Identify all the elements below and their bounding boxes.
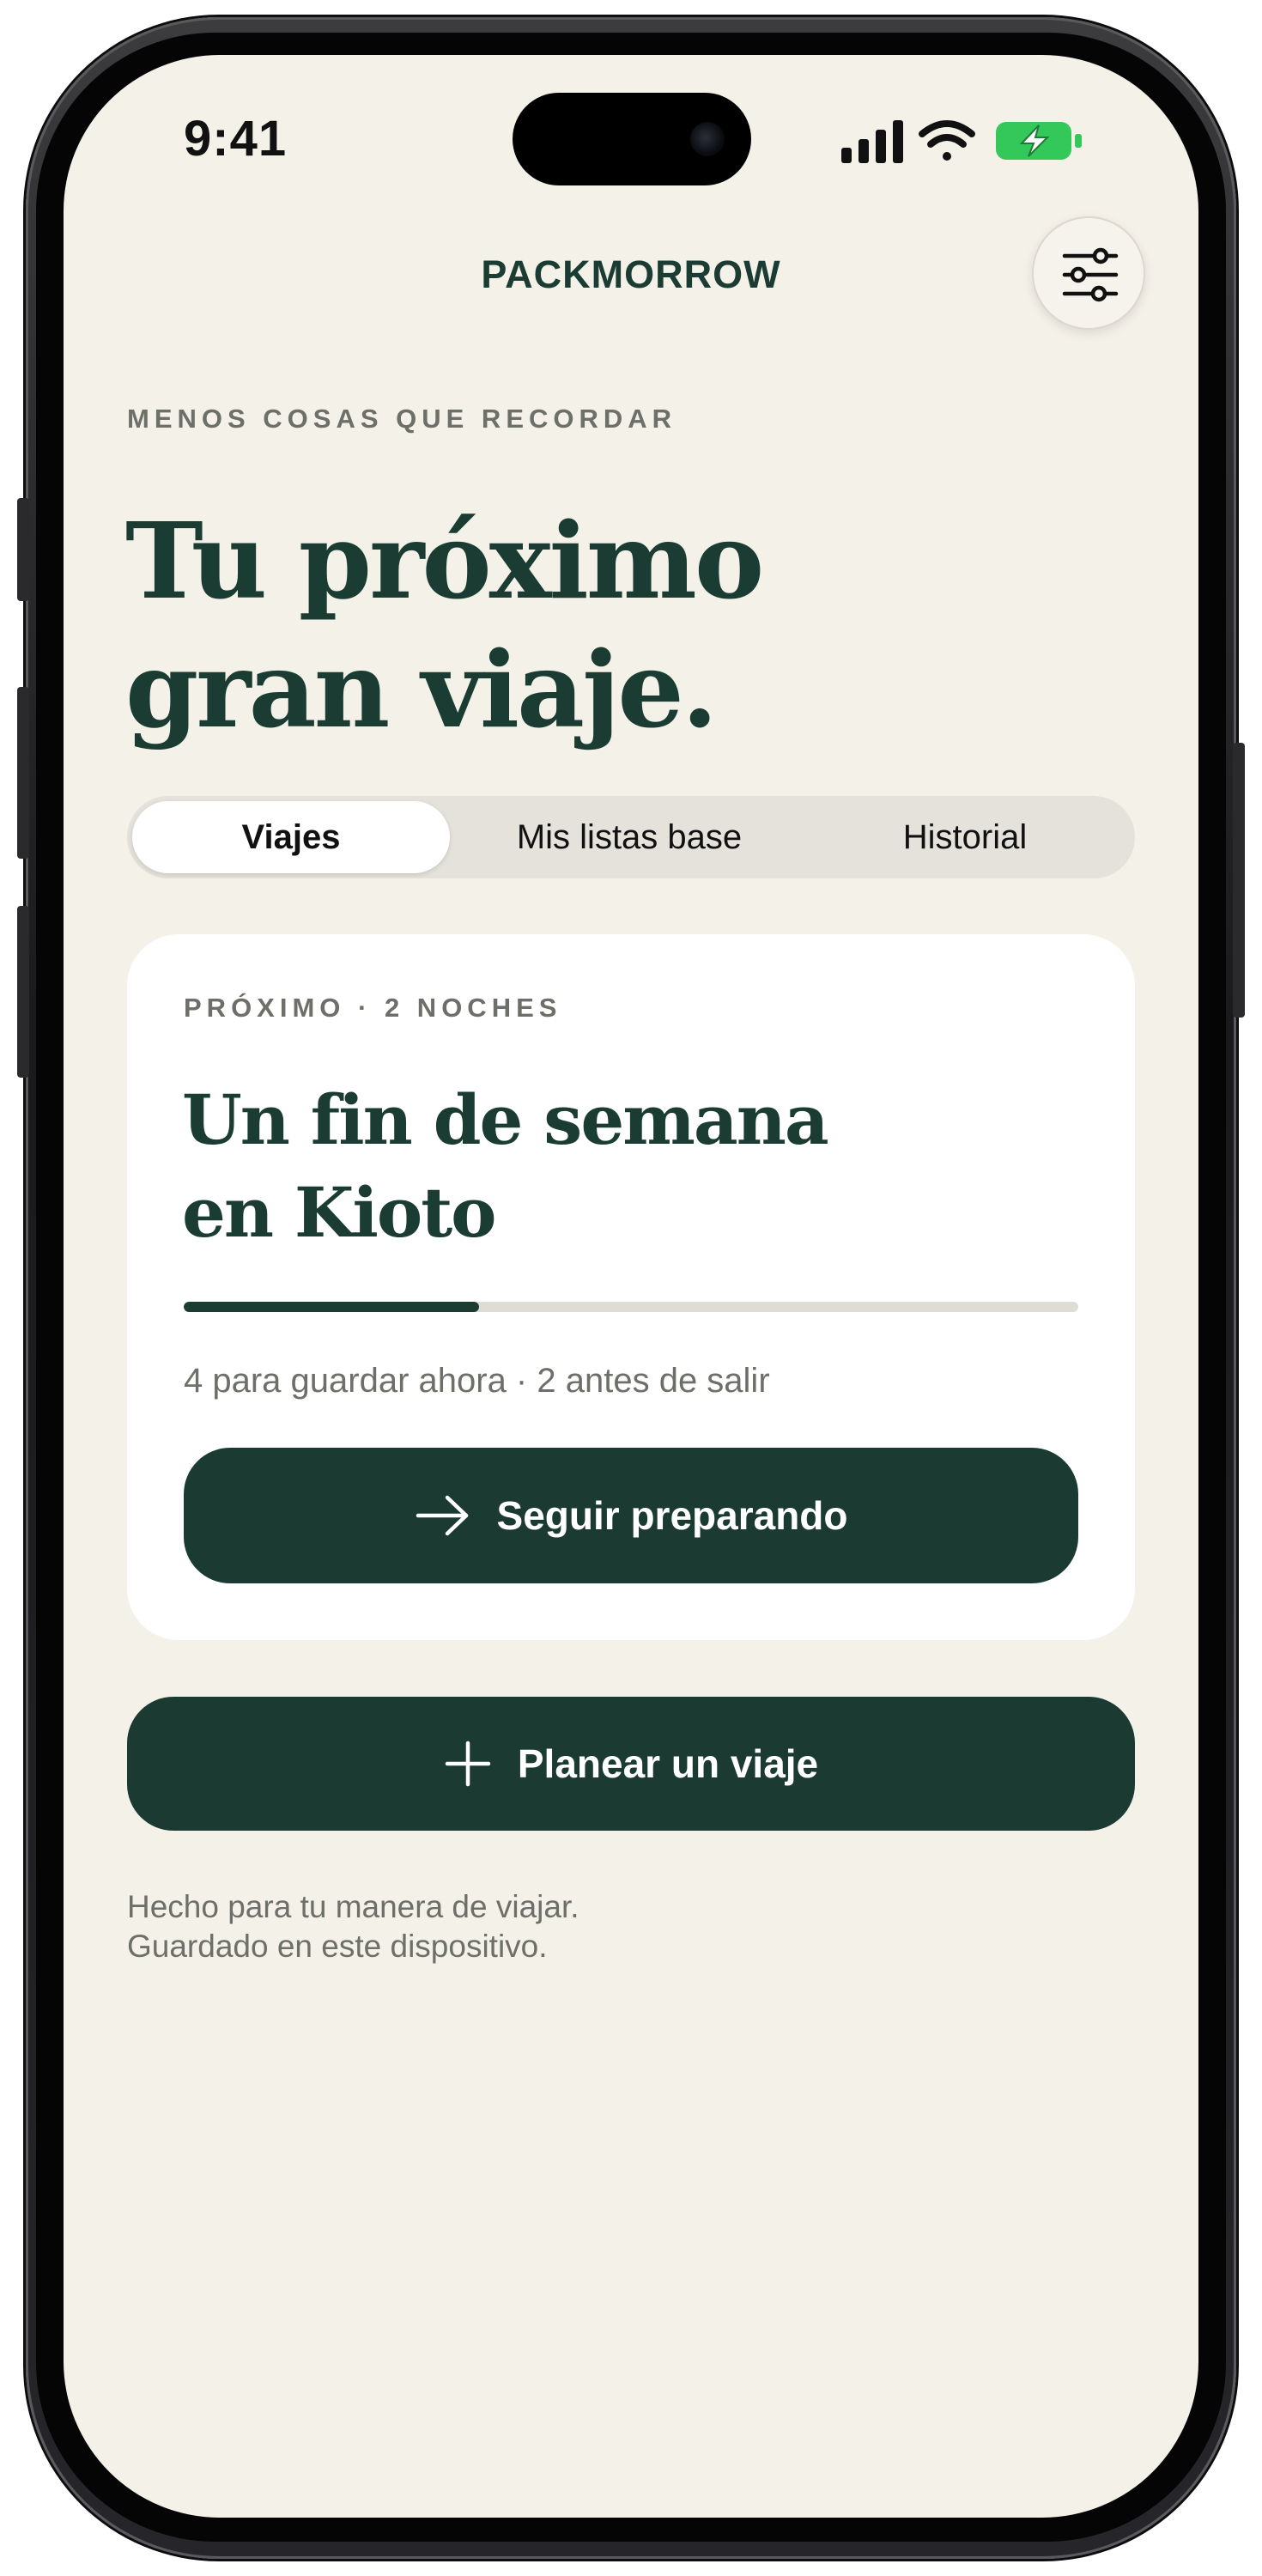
hero-title-line1: Tu próximo bbox=[125, 499, 764, 623]
volume-up-button bbox=[17, 687, 29, 859]
front-camera bbox=[690, 122, 725, 156]
trip-title-line2: en Kioto bbox=[182, 1172, 497, 1253]
plan-trip-label: Planear un viaje bbox=[517, 1741, 819, 1786]
packing-progress-bar bbox=[184, 1302, 1078, 1312]
cellular-signal-icon bbox=[841, 120, 903, 163]
tab-viajes[interactable]: Viajes bbox=[132, 801, 450, 873]
tab-historial[interactable]: Historial bbox=[800, 801, 1130, 873]
wifi-icon bbox=[919, 120, 975, 161]
continue-preparing-button[interactable]: Seguir preparando bbox=[184, 1448, 1078, 1583]
plan-trip-button[interactable]: Planear un viaje bbox=[127, 1697, 1135, 1831]
trip-card[interactable]: PRÓXIMO · 2 NOCHES Un fin de semana en K… bbox=[127, 934, 1135, 1640]
arrow-right-icon bbox=[416, 1495, 468, 1536]
continue-preparing-label: Seguir preparando bbox=[496, 1493, 848, 1538]
trip-meta: 4 para guardar ahora · 2 antes de salir bbox=[184, 1362, 770, 1400]
trip-title-line1: Un fin de semana bbox=[182, 1079, 829, 1160]
tab-mis-listas-base[interactable]: Mis listas base bbox=[462, 801, 797, 873]
trip-eyebrow: PRÓXIMO · 2 NOCHES bbox=[184, 993, 562, 1023]
action-button bbox=[17, 498, 29, 601]
trip-title: Un fin de semana en Kioto bbox=[182, 1073, 1041, 1259]
packing-progress-fill bbox=[184, 1302, 479, 1312]
status-icons bbox=[840, 117, 1089, 165]
power-button bbox=[1233, 743, 1245, 1018]
volume-down-button bbox=[17, 906, 29, 1078]
plus-icon bbox=[445, 1741, 491, 1787]
status-time: 9:41 bbox=[184, 111, 288, 167]
hero-title-line2: gran viaje. bbox=[125, 628, 718, 751]
sliders-icon bbox=[1062, 247, 1119, 302]
settings-button[interactable] bbox=[1032, 216, 1145, 330]
tab-bar: Viajes Mis listas base Historial bbox=[127, 796, 1135, 878]
hero-eyebrow: MENOS COSAS QUE RECORDAR bbox=[127, 404, 677, 434]
footer-line2: Guardado en este dispositivo. bbox=[127, 1929, 548, 1964]
hero-title: Tu próximo gran viaje. bbox=[125, 496, 1070, 754]
battery-charging-icon bbox=[996, 122, 1082, 160]
footer-note: Hecho para tu manera de viajar. Guardado… bbox=[127, 1887, 579, 1966]
footer-line1: Hecho para tu manera de viajar. bbox=[127, 1889, 579, 1924]
